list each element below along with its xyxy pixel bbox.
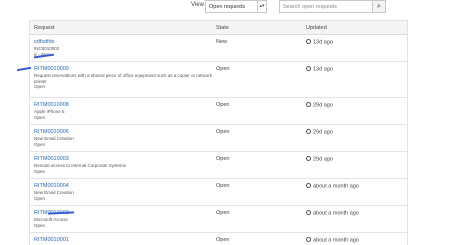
updated-cell: 13d ago bbox=[306, 66, 333, 73]
clock-icon bbox=[306, 156, 311, 161]
search-placeholder: Search open requests bbox=[283, 4, 337, 10]
table-row[interactable]: RITM0010008 Apple iPhone 5 Open Open 29d… bbox=[30, 98, 407, 125]
search-input[interactable]: Search open requests bbox=[279, 0, 373, 13]
header-updated: Updated bbox=[306, 25, 327, 31]
chevron-up-down-icon: ▴▾ bbox=[257, 1, 266, 12]
request-status: Open bbox=[34, 114, 46, 120]
request-link[interactable]: RITM0010004 bbox=[34, 183, 214, 190]
clock-icon bbox=[306, 210, 311, 215]
state-cell: Open bbox=[216, 66, 230, 72]
request-status: d - Inter bbox=[34, 51, 50, 57]
state-cell: Open bbox=[216, 183, 230, 189]
request-link[interactable]: RITM0010006 bbox=[34, 129, 214, 136]
search-icon: ⌕ bbox=[377, 3, 381, 10]
table-row[interactable]: RITM0010006 New Email Creation Open Open… bbox=[30, 125, 407, 152]
request-status: Open bbox=[34, 141, 46, 147]
request-link[interactable]: RITM0010008 bbox=[34, 102, 214, 109]
header-state: State bbox=[216, 25, 229, 31]
request-status: Open bbox=[34, 222, 46, 228]
view-label: View bbox=[191, 2, 204, 8]
table-row[interactable]: RITM0010002 Microsoft Access Open Open a… bbox=[30, 206, 407, 233]
table-header: Request State Updated bbox=[30, 20, 407, 35]
request-status: Open bbox=[34, 168, 46, 174]
updated-cell: 29d ago bbox=[306, 102, 333, 109]
updated-cell: about a month ago bbox=[306, 183, 359, 190]
table-row[interactable]: RITM0010003 Remote access to Internal Co… bbox=[30, 152, 407, 179]
state-cell: Open bbox=[216, 156, 230, 162]
view-select[interactable]: Open requests ▴▾ bbox=[205, 0, 267, 13]
updated-cell: about a month ago bbox=[306, 210, 359, 217]
requests-table: Request State Updated sdfsdfds INC001000… bbox=[29, 20, 408, 245]
updated-cell: 29d ago bbox=[306, 129, 333, 136]
filter-bar: View Open requests ▴▾ Search open reques… bbox=[0, 0, 474, 16]
request-status: Open bbox=[34, 84, 46, 89]
clock-icon bbox=[306, 129, 311, 134]
clock-icon bbox=[306, 237, 311, 242]
view-select-value: Open requests bbox=[209, 4, 246, 10]
request-link[interactable]: RITM0010001 bbox=[34, 237, 214, 244]
table-row[interactable]: RITM0010009 Request reservations with a … bbox=[30, 62, 407, 98]
state-cell: New bbox=[216, 39, 228, 45]
request-description: Request reservations with a shared piece… bbox=[34, 73, 213, 84]
updated-cell: 29d ago bbox=[306, 156, 333, 163]
updated-cell: 13d ago bbox=[306, 39, 333, 46]
table-row[interactable]: RITM0010001 Open about a month ago bbox=[30, 233, 407, 245]
table-row[interactable]: RITM0010004 New Email Creation Open Open… bbox=[30, 179, 407, 206]
request-link[interactable]: RITM0010009 bbox=[34, 66, 214, 73]
clock-icon bbox=[306, 39, 311, 44]
clock-icon bbox=[306, 66, 311, 71]
request-link[interactable]: sdfsdfds bbox=[34, 39, 214, 46]
state-cell: Open bbox=[216, 210, 230, 216]
state-cell: Open bbox=[216, 237, 230, 243]
request-link[interactable]: RITM0010003 bbox=[34, 156, 214, 163]
state-cell: Open bbox=[216, 102, 230, 108]
request-status: Open bbox=[34, 195, 46, 201]
updated-cell: about a month ago bbox=[306, 237, 359, 244]
search-button[interactable]: ⌕ bbox=[373, 0, 386, 13]
state-cell: Open bbox=[216, 129, 230, 135]
table-row[interactable]: sdfsdfds INC0010002 d - Inter New 13d ag… bbox=[30, 35, 407, 62]
clock-icon bbox=[306, 102, 311, 107]
header-request: Request bbox=[34, 25, 55, 31]
clock-icon bbox=[306, 183, 311, 188]
